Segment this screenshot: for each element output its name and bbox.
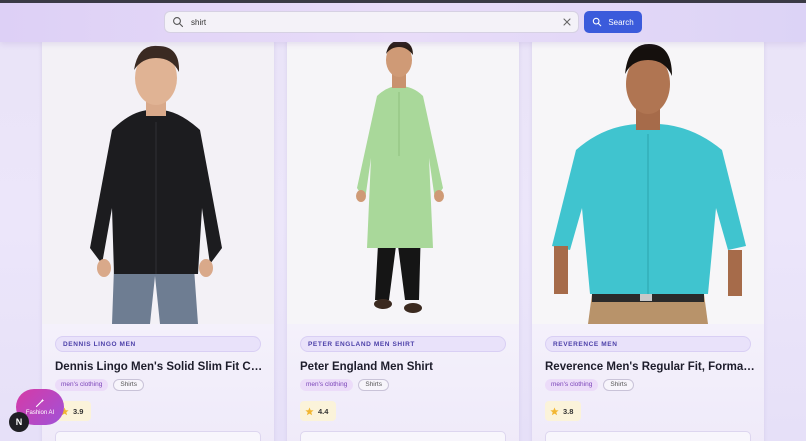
search-input[interactable]	[191, 17, 561, 27]
category-tag[interactable]: men's clothing	[300, 379, 354, 391]
star-icon	[550, 406, 559, 415]
product-info: PETER ENGLAND MEN SHIRT Peter England Me…	[287, 324, 519, 441]
search-icon	[593, 17, 602, 27]
search-header: Search	[0, 3, 806, 42]
search-button-label: Search	[608, 17, 634, 27]
category-tag[interactable]: men's clothing	[55, 379, 109, 391]
product-card[interactable]: REVERENCE MEN Reverence Men's Regular Fi…	[532, 38, 764, 441]
star-icon	[305, 406, 314, 415]
product-title[interactable]: Dennis Lingo Men's Solid Slim Fit Casual…	[55, 361, 265, 373]
price-box	[55, 431, 261, 441]
brand-badge: DENNIS LINGO MEN	[55, 336, 261, 352]
rating-value: 4.4	[318, 406, 329, 416]
subcategory-tag[interactable]: Shirts	[358, 379, 389, 391]
product-image[interactable]	[532, 38, 764, 324]
product-card[interactable]: PETER ENGLAND MEN SHIRT Peter England Me…	[287, 38, 519, 441]
rating-value: 3.9	[73, 406, 84, 416]
rating-badge: 4.4	[300, 401, 336, 421]
brand-badge: REVERENCE MEN	[545, 336, 751, 352]
rating-badge: 3.8	[545, 401, 581, 421]
price-box	[545, 431, 751, 441]
search-field[interactable]	[164, 11, 579, 33]
subcategory-tag[interactable]: Shirts	[113, 379, 144, 391]
product-tags: men's clothing Shirts	[300, 379, 389, 391]
magic-wand-icon	[35, 398, 45, 408]
price-box	[300, 431, 506, 441]
search-button[interactable]: Search	[584, 11, 642, 33]
close-icon[interactable]	[562, 17, 572, 27]
subcategory-tag[interactable]: Shirts	[603, 379, 634, 391]
fashion-ai-label: Fashion AI	[25, 410, 55, 416]
search-icon	[173, 17, 184, 28]
product-tags: men's clothing Shirts	[55, 379, 144, 391]
product-title[interactable]: Reverence Men's Regular Fit, Formal Shir…	[545, 361, 755, 373]
brand-badge: PETER ENGLAND MEN SHIRT	[300, 336, 506, 352]
product-title[interactable]: Peter England Men Shirt	[300, 361, 510, 373]
product-image[interactable]	[42, 38, 274, 324]
product-tags: men's clothing Shirts	[545, 379, 634, 391]
dev-tools-badge[interactable]: N	[9, 412, 29, 432]
product-info: REVERENCE MEN Reverence Men's Regular Fi…	[532, 324, 764, 441]
rating-value: 3.8	[563, 406, 574, 416]
product-card[interactable]: DENNIS LINGO MEN Dennis Lingo Men's Soli…	[42, 38, 274, 441]
product-info: DENNIS LINGO MEN Dennis Lingo Men's Soli…	[42, 324, 274, 441]
category-tag[interactable]: men's clothing	[545, 379, 599, 391]
product-image[interactable]	[287, 38, 519, 324]
